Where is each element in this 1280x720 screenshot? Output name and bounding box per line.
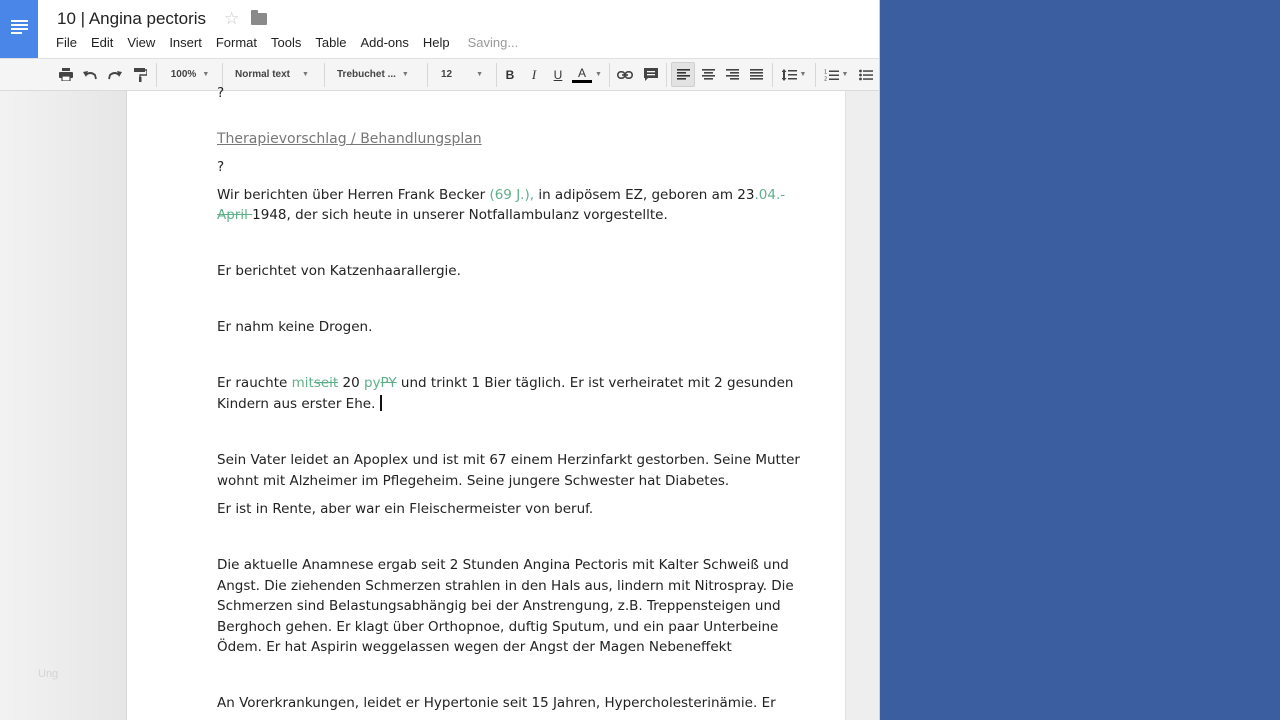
style-select[interactable]: Normal text ▼ [228,59,318,90]
docs-window: 10 | Angina pectoris ☆ File Edit View In… [0,0,880,720]
paragraph-family-history-line2: wohnt mit Alzheimer im Pflegeheim. Seine… [217,473,730,489]
docs-home-icon[interactable] [0,0,38,58]
text-color-swatch [572,79,593,83]
underline-button[interactable]: U [548,59,568,90]
align-right-icon[interactable] [721,59,743,90]
zoom-select[interactable]: 100% ▼ [162,59,218,90]
suggested-insertion: .04.- [754,187,786,203]
toolbar-separator [609,63,610,87]
menu-view[interactable]: View [120,35,162,50]
toolbar-separator [772,63,773,87]
toolbar-separator [815,63,816,87]
section-heading: Therapievorschlag / Behandlungsplan [217,131,482,147]
document-area: Ung ? Therapievorschlag / Behandlungspla… [0,85,879,720]
font-size-select[interactable]: 12 ▼ [433,59,493,90]
bold-button[interactable]: B [500,59,520,90]
paragraph-occupation: Er ist in Rente, aber war ein Fleischerm… [217,501,594,517]
suggested-deletion: April [217,207,253,223]
paint-format-icon[interactable] [129,59,151,90]
font-select[interactable]: Trebuchet ... ▼ [330,59,420,90]
chevron-down-icon: ▼ [841,71,849,78]
menu-file[interactable]: File [49,35,84,50]
paragraph-prior-conditions: An Vorerkrankungen, leidet er Hypertonie… [217,695,776,711]
menu-help[interactable]: Help [416,35,457,50]
line-spacing-icon[interactable]: ▼ [777,59,811,90]
paragraph-smoking: Er rauchte mitseit 20 pyPY und trinkt 1 … [217,375,794,391]
chevron-down-icon: ▼ [595,71,602,78]
chevron-down-icon: ▼ [202,71,210,78]
text-cursor [380,395,383,411]
menu-format[interactable]: Format [209,35,264,50]
toolbar: 100% ▼ Normal text ▼ Trebuchet ... ▼ 12 ▼ B … [0,58,879,91]
outline-ghost-label: Ung [38,668,59,680]
paragraph-question-mark: ? [217,159,225,175]
paragraph-anamnesis-line5: Ödem. Er hat Aspirin weggelassen wegen d… [217,639,732,655]
chevron-down-icon: ▼ [401,71,409,78]
align-justify-icon[interactable] [745,59,767,90]
header: 10 | Angina pectoris ☆ File Edit View In… [0,0,879,58]
svg-text:1: 1 [824,69,827,75]
redo-icon[interactable] [104,59,126,90]
toolbar-separator [156,63,157,87]
saving-status: Saving... [467,35,519,50]
link-icon[interactable] [614,59,636,90]
text-color-button[interactable]: A ▼ [570,59,604,90]
background-panel [880,0,1280,720]
paragraph-anamnesis: Die aktuelle Anamnese ergab seit 2 Stund… [217,557,789,573]
font-value: Trebuchet ... [337,69,396,80]
menu-add-ons[interactable]: Add-ons [353,35,415,50]
paragraph-allergy: Er berichtet von Katzenhaarallergie. [217,263,461,279]
comment-icon[interactable] [640,59,662,90]
zoom-value: 100% [170,69,197,80]
toolbar-separator [666,63,667,87]
suggested-insertion: mit [291,375,314,391]
style-value: Normal text [235,69,291,80]
align-center-icon[interactable] [697,59,719,90]
undo-icon[interactable] [79,59,101,90]
paragraph-family-history: Sein Vater leidet an Apoplex und ist mit… [217,452,800,468]
menu-insert[interactable]: Insert [162,35,209,50]
paragraph-drugs: Er nahm keine Drogen. [217,319,373,335]
text-fragment: ? [217,85,225,101]
paragraph-anamnesis-line3: Schmerzen sind Belastungsabhängig bei de… [217,598,781,614]
folder-icon[interactable] [251,10,267,25]
chevron-down-icon: ▼ [302,71,309,78]
chevron-down-icon: ▼ [799,71,807,78]
chevron-down-icon: ▼ [476,71,484,78]
bulleted-list-icon[interactable] [856,59,876,90]
toolbar-separator [427,63,428,87]
paragraph-patient-intro: Wir berichten über Herren Frank Becker (… [217,187,786,203]
menubar: File Edit View Insert Format Tools Table… [49,35,518,50]
paragraph-anamnesis-line2: Angst. Die ziehenden Schmerzen strahlen … [217,578,794,594]
print-icon[interactable] [55,59,77,90]
toolbar-separator [324,63,325,87]
suggested-insertion: (69 J.), [489,187,535,203]
document-title[interactable]: 10 | Angina pectoris [57,9,206,29]
outline-sidebar: Ung [0,91,126,720]
paragraph-patient-intro-line2: April 1948, der sich heute in unserer No… [217,207,668,223]
suggested-deletion: seit [313,375,339,391]
document-page[interactable]: ? Therapievorschlag / Behandlungsplan ? … [126,85,846,720]
italic-button[interactable]: I [524,59,544,90]
suggested-deletion: PY [380,375,397,391]
text-color-glyph: A [578,65,587,80]
toolbar-separator [496,63,497,87]
paragraph-anamnesis-line4: Berghoch gehen. Er klagt über Orthopnoe,… [217,619,779,635]
menu-edit[interactable]: Edit [84,35,120,50]
align-left-icon[interactable] [671,62,695,87]
menu-tools[interactable]: Tools [264,35,308,50]
svg-text:2: 2 [824,76,827,81]
paragraph-smoking-line2: Kindern aus erster Ehe. [217,394,383,415]
suggested-insertion: py [363,375,381,391]
menu-table[interactable]: Table [308,35,353,50]
numbered-list-icon[interactable]: 12 ▼ [819,59,853,90]
star-icon[interactable]: ☆ [224,9,239,29]
font-size-value: 12 [441,69,453,80]
